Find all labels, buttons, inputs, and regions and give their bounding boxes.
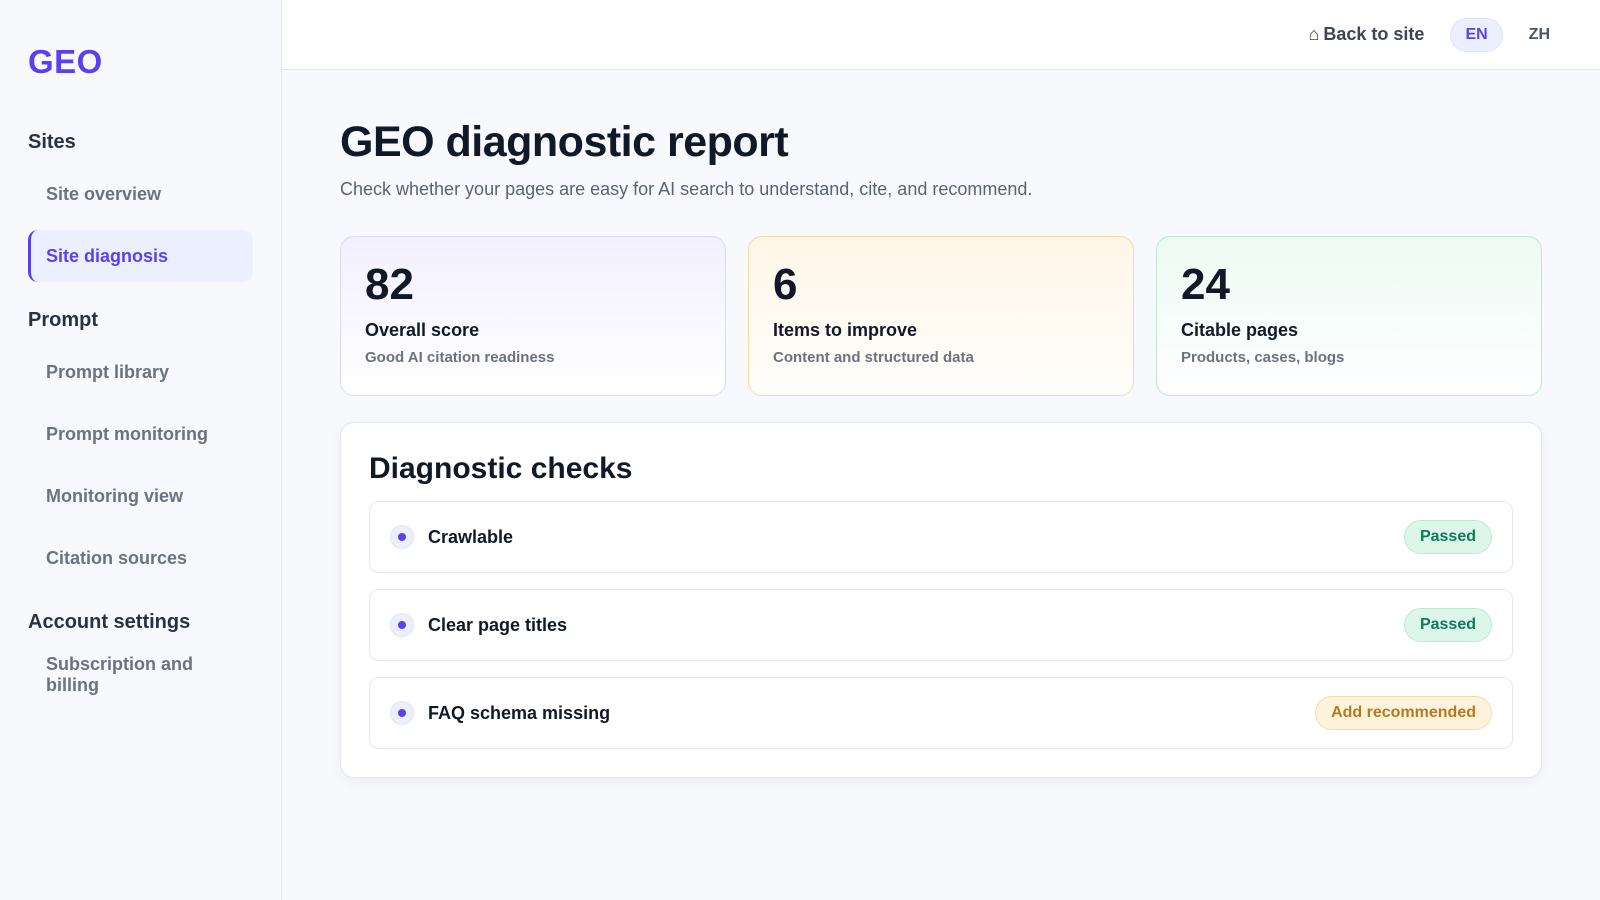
stat-card-overall-score: 82 Overall score Good AI citation readin…	[340, 236, 726, 396]
stat-description: Content and structured data	[773, 349, 974, 366]
sidebar-item-monitoring-view[interactable]: Monitoring view	[28, 470, 253, 522]
stats-row: 82 Overall score Good AI citation readin…	[340, 236, 1542, 396]
page-subtitle: Check whether your pages are easy for AI…	[340, 179, 1033, 199]
sidebar-item-prompt-library[interactable]: Prompt library	[28, 346, 253, 398]
check-row-clear-page-titles[interactable]: Clear page titles Passed	[369, 589, 1513, 661]
sidebar-item-citation-sources[interactable]: Citation sources	[28, 532, 253, 584]
stat-card-items-to-improve: 6 Items to improve Content and structure…	[748, 236, 1134, 396]
sidebar-item-subscription-billing[interactable]: Subscription and billing	[28, 648, 253, 698]
nav-section-account: Account settings Subscription and billin…	[28, 610, 253, 698]
check-row-faq-schema-missing[interactable]: FAQ schema missing Add recommended	[369, 677, 1513, 749]
language-zh-button[interactable]: ZH	[1515, 18, 1564, 52]
app-root: GEO Sites Site overview Site diagnosis P…	[0, 0, 1600, 900]
stat-description: Good AI citation readiness	[365, 349, 555, 366]
status-dot-icon	[390, 525, 414, 549]
check-label: FAQ schema missing	[428, 702, 611, 723]
sidebar: GEO Sites Site overview Site diagnosis P…	[0, 0, 282, 900]
stat-value: 6	[773, 260, 798, 309]
nav-section-prompt: Prompt Prompt library Prompt monitoring …	[28, 308, 253, 584]
check-label: Clear page titles	[428, 614, 568, 635]
checks-title: Diagnostic checks	[369, 452, 633, 485]
stat-card-citable-pages: 24 Citable pages Products, cases, blogs	[1156, 236, 1542, 396]
sidebar-item-prompt-monitoring[interactable]: Prompt monitoring	[28, 408, 253, 460]
content: GEO diagnostic report Check whether your…	[282, 70, 1600, 778]
check-label: Crawlable	[428, 526, 514, 547]
check-row-crawlable[interactable]: Crawlable Passed	[369, 501, 1513, 573]
nav-section-sites: Sites Site overview Site diagnosis	[28, 130, 253, 282]
diagnostic-checks-panel: Diagnostic checks Crawlable Passed Clear…	[340, 422, 1542, 778]
stat-label: Overall score	[365, 320, 480, 340]
topbar: ⌂ Back to site EN ZH	[282, 0, 1600, 70]
status-badge: Add recommended	[1315, 696, 1492, 730]
logo[interactable]: GEO	[28, 42, 253, 82]
home-icon: ⌂	[1308, 24, 1320, 44]
back-to-site-link[interactable]: ⌂ Back to site	[1309, 24, 1425, 45]
status-dot-icon	[390, 701, 414, 725]
status-badge: Passed	[1403, 608, 1492, 642]
stat-value: 82	[365, 260, 414, 309]
section-title-prompt: Prompt	[28, 309, 98, 331]
stat-value: 24	[1181, 260, 1230, 309]
language-en-button[interactable]: EN	[1450, 17, 1503, 52]
section-title-account: Account settings	[28, 611, 191, 633]
page-title: GEO diagnostic report	[340, 118, 789, 166]
stat-label: Citable pages	[1181, 320, 1299, 340]
stat-description: Products, cases, blogs	[1181, 349, 1345, 366]
status-badge: Passed	[1403, 520, 1492, 554]
sidebar-item-site-overview[interactable]: Site overview	[28, 168, 253, 220]
status-dot-icon	[390, 613, 414, 637]
back-to-site-label: Back to site	[1323, 24, 1425, 44]
section-title-sites: Sites	[28, 131, 76, 153]
sidebar-item-site-diagnosis[interactable]: Site diagnosis	[28, 230, 253, 282]
main-area: ⌂ Back to site EN ZH GEO diagnostic repo…	[282, 0, 1600, 900]
stat-label: Items to improve	[773, 320, 918, 340]
